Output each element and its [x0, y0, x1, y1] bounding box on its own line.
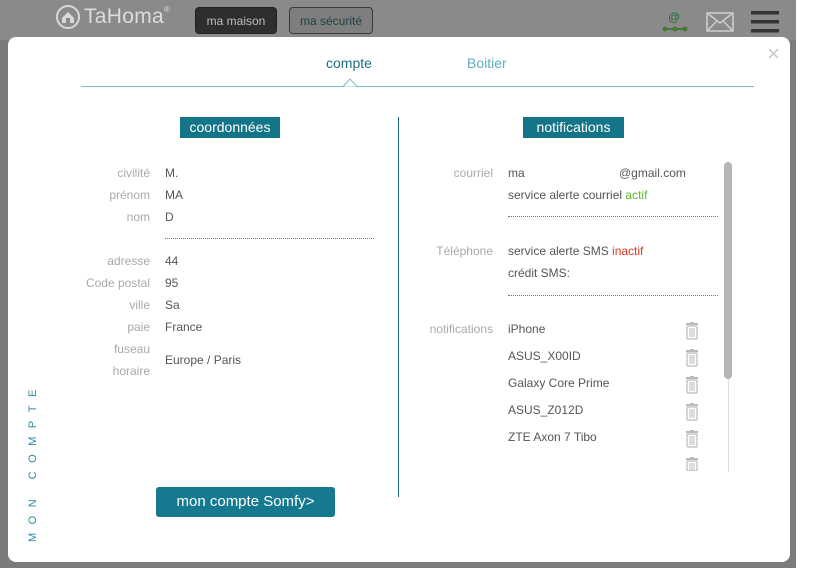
prenom-value: MA [165, 188, 183, 202]
email-alert-text: service alerte courriel [508, 188, 623, 202]
courriel-domain: @gmail.com [619, 166, 686, 180]
section-separator [508, 295, 718, 296]
sms-credit: crédit SMS: [508, 266, 571, 280]
mail-icon[interactable] [706, 12, 734, 32]
ville-value: Sa [165, 298, 180, 312]
section-separator [165, 238, 374, 239]
mon-compte-somfy-button[interactable]: mon compte Somfy> [156, 487, 335, 517]
tab-boitier[interactable]: Boitier [467, 55, 507, 71]
trash-icon[interactable] [685, 376, 699, 394]
email-alert-status[interactable]: actif [625, 188, 647, 202]
brand-name: TaHoma® [84, 5, 171, 28]
tab-underline [81, 86, 754, 87]
menu-icon[interactable] [751, 11, 779, 33]
code-postal-value: 95 [165, 276, 179, 290]
device-item: ASUS_X00ID [508, 349, 581, 363]
horaire-label: horaire [112, 364, 150, 378]
sms-alert-text: service alerte SMS [508, 244, 609, 258]
account-modal: × compte Boitier coordonnées civilité M.… [8, 37, 790, 562]
ma-maison-button[interactable]: ma maison [195, 7, 277, 34]
device-item: ASUS_Z012D [508, 403, 584, 417]
house-icon [56, 5, 80, 29]
pays-label: paie [127, 320, 150, 334]
notifications-heading: notifications [523, 117, 624, 138]
courriel-label: courriel [453, 166, 493, 180]
page-edge [796, 0, 819, 568]
trash-icon[interactable] [685, 430, 699, 448]
notification-at-icon[interactable]: @ [660, 10, 690, 34]
section-separator [508, 216, 718, 217]
tahoma-logo[interactable]: TaHoma® [56, 4, 170, 30]
close-icon[interactable]: × [767, 43, 780, 65]
civilite-value: M. [165, 166, 179, 180]
nom-label: nom [126, 210, 150, 224]
email-alert-line: service alerte courriel actif [508, 188, 647, 202]
device-item: ZTE Axon 7 Tibo [508, 430, 597, 444]
coordonnees-heading: coordonnées [180, 117, 280, 138]
device-item: Galaxy Core Prime [508, 376, 610, 390]
trash-icon[interactable] [685, 403, 699, 421]
telephone-label: Téléphone [436, 244, 493, 258]
column-divider [398, 117, 399, 497]
tab-compte[interactable]: compte [326, 55, 372, 71]
prenom-label: prénom [109, 188, 150, 202]
fuseau-value: Europe / Paris [165, 353, 242, 367]
ma-securite-button[interactable]: ma sécurité [289, 7, 373, 34]
trash-icon[interactable] [685, 349, 699, 367]
devices-label: notifications [429, 322, 493, 336]
trash-icon[interactable] [685, 322, 699, 340]
trash-icon[interactable] [685, 457, 699, 471]
fuseau-label: fuseau [113, 342, 150, 356]
nom-value: D [165, 210, 174, 224]
adresse-label: adresse [107, 254, 150, 268]
adresse-value: 44 [165, 254, 179, 268]
mon-compte-side-label: MON COMPTE [27, 381, 39, 542]
scrollbar-thumb[interactable] [724, 162, 732, 379]
ville-label: ville [129, 298, 150, 312]
active-tab-caret-icon [343, 78, 357, 87]
svg-text:@: @ [668, 10, 680, 24]
courriel-prefix: ma [508, 166, 525, 180]
civilite-label: civilité [117, 166, 150, 180]
sms-alert-line: service alerte SMS inactif [508, 244, 643, 258]
sms-alert-status[interactable]: inactif [612, 244, 643, 258]
pays-value: France [165, 320, 203, 334]
device-item: iPhone [508, 322, 546, 336]
code-postal-label: Code postal [85, 276, 150, 290]
